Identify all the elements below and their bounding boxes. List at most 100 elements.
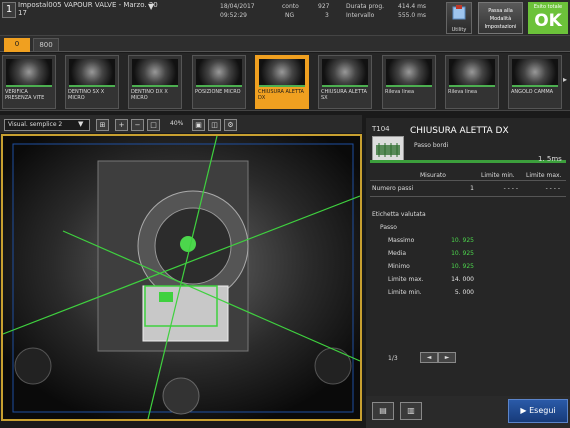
thumbnail-image [512,59,558,87]
fit-icon[interactable]: □ [147,119,160,131]
col-header-min: Limite min. [481,172,515,179]
utility-label: Utility [451,27,467,33]
interval-label: Intervallo [346,12,375,19]
zoom-out-icon[interactable]: − [131,119,144,131]
utility-icon [452,5,466,20]
thumbnail-label: POSIZIONE MICRO [195,89,241,95]
step-label: Passo [380,224,397,231]
measure-marker [159,292,173,302]
thumbnail-label: VERIFICA PRESENZA VITE [5,89,45,101]
tool-time: 1. 5ms [538,155,562,163]
limit-min-value: 5. 000 [454,289,474,296]
run-label: Esegui [529,406,556,415]
result-value: OK [534,11,562,31]
image-icon[interactable]: ▣ [192,119,205,131]
camera-view[interactable] [1,134,362,421]
thumbnail-label: Rileva linea [385,89,415,95]
interval-value: 555.0 ms [398,12,427,19]
program-dropdown-icon[interactable]: ▼ [148,2,160,14]
thumbnail-image [6,59,52,87]
tab-row [0,36,570,52]
chevron-down-icon[interactable]: ▼ [78,120,88,130]
tab-800-label: 800 [39,41,53,49]
num-steps-measured: 1 [470,185,474,192]
max-label: Massimo [388,237,415,244]
result-label: Esito totale [533,4,563,10]
num-steps-max: - - - - [545,185,560,192]
divider [370,180,566,181]
thumbnail-image [259,59,305,87]
thumbnail-6[interactable]: Rileva linea [382,55,436,109]
thumbnail-label: ANGOLO CAMMA [511,89,554,95]
avg-label: Media [388,250,407,257]
play-icon: ▶ [520,406,530,415]
thumbnail-image [69,59,115,87]
limit-max-label: Limite max. [388,276,424,283]
thumbnail-label: CHIUSURA ALETTA DX [258,89,304,101]
tab-0-label: 0 [14,40,20,48]
num-steps-label: Numero passi [372,185,414,192]
limit-min-label: Limite min. [388,289,422,296]
tool-code: T104 [372,125,390,133]
thumbnail-label: DENTINO SX X MICRO [68,89,105,101]
thumbnail-2[interactable]: DENTINO DX X MICRO [128,55,182,109]
status-date: 18/04/2017 [220,3,255,10]
graphics-icon[interactable]: ◫ [208,119,221,131]
tab-0[interactable]: 0 [4,38,30,52]
num-steps-min: - - - - [503,185,518,192]
thumbnail-5[interactable]: CHIUSURA ALETTA SX [318,55,372,109]
ng-value: 3 [325,12,329,19]
prev-page-button[interactable]: ◄ [420,352,438,363]
camera-image [3,136,360,419]
run-button[interactable]: ▶ Esegui [508,399,568,423]
zoom-level: 40% [170,120,184,127]
max-value: 10. 925 [451,237,474,244]
tool-detail-panel [366,118,570,428]
min-label: Minimo [388,263,410,270]
status-time: 09:52:29 [220,12,247,19]
divider [370,196,566,197]
app-window: 1 Impostal005 VAPOUR VALVE - Marzo. 20 1… [0,0,570,428]
tool-title: CHIUSURA ALETTA DX [410,126,509,136]
min-value: 10. 925 [451,263,474,270]
thumbnail-image [322,59,368,87]
limit-max-value: 14. 000 [451,276,474,283]
prog-duration-label: Durata prog. [346,3,385,10]
thumbnail-1[interactable]: DENTINO SX X MICRO [65,55,119,109]
thumbnail-label: DENTINO DX X MICRO [131,89,168,101]
program-number[interactable]: 1 [2,2,16,18]
avg-value: 10. 925 [451,250,474,257]
count-label: conto [282,3,299,10]
settings-icon[interactable]: ⚙ [224,119,237,131]
tab-800[interactable]: 800 [33,38,59,52]
col-header-max: Limite max. [526,172,562,179]
thumbnail-image [196,59,242,87]
edge-pitch-icon [376,143,400,157]
thumbnail-label: CHIUSURA ALETTA SX [321,89,367,101]
layout-icon[interactable]: ⊞ [96,119,109,131]
layout-list-icon[interactable]: ▤ [372,402,394,420]
eval-label: Etichetta valutata [372,211,426,218]
thumbnail-7[interactable]: Rileva linea [445,55,499,109]
thumbnail-image [386,59,432,87]
thumbnail-3[interactable]: POSIZIONE MICRO [192,55,246,109]
tool-icon [372,136,404,162]
strip-next-icon[interactable]: ▸ [563,75,570,89]
statistics-icon[interactable]: ▥ [400,402,422,420]
thumbnail-4[interactable]: CHIUSURA ALETTA DX [255,55,309,109]
ng-label: NG [285,12,295,19]
settings-mode-button[interactable]: Passa alla Modalità Impostazioni [478,2,523,34]
thumbnail-0[interactable]: VERIFICA PRESENZA VITE [2,55,56,109]
thumbnail-image [449,59,495,87]
col-header-measured: Misurato [420,172,446,179]
program-title[interactable]: Impostal005 VAPOUR VALVE - Marzo. 20 17 [18,1,160,19]
zoom-in-icon[interactable]: + [115,119,128,131]
timing-bar [370,160,566,163]
prog-duration-value: 414.4 ms [398,3,427,10]
thumbnail-image [132,59,178,87]
tool-description: Passo bordi [414,142,449,149]
thumbnail-8[interactable]: ANGOLO CAMMA [508,55,562,109]
next-page-button[interactable]: ► [438,352,456,363]
page-indicator: 1/3 [388,355,398,362]
thumbnail-label: Rileva linea [448,89,478,95]
